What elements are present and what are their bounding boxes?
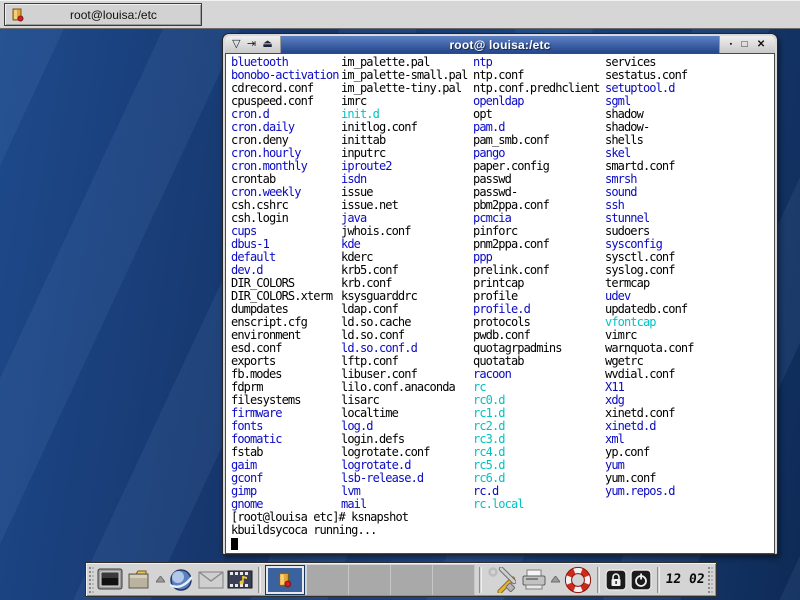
scroll-down-icon[interactable]: ▽	[232, 39, 240, 50]
mail-icon	[198, 571, 224, 589]
titlebar-title-area[interactable]: root@ louisa:/etc	[281, 36, 719, 53]
maximize-button[interactable]: □	[742, 40, 748, 50]
tab-icon[interactable]: ⇥	[247, 39, 256, 50]
konsole-icon	[97, 568, 123, 592]
folder-icon	[126, 568, 152, 592]
bottom-panel: 12 02	[85, 562, 717, 597]
empty-task-slot	[349, 565, 391, 595]
globe-icon	[168, 567, 194, 593]
life-ring-icon	[564, 566, 592, 594]
power-icon	[630, 569, 652, 591]
top-taskbar: root@louisa:/etc	[0, 0, 800, 29]
taskbar-task-label: root@louisa:/etc	[26, 8, 201, 22]
panel-separator	[479, 567, 482, 593]
printer-launcher-button[interactable]	[519, 566, 548, 594]
file-list-column-4: servicessestatus.confsetuptool.dsgmlshad…	[605, 56, 694, 498]
lock-screen-button[interactable]	[604, 566, 628, 594]
terminal-cursor	[231, 538, 238, 550]
launcher-expand-arrow[interactable]	[551, 566, 562, 594]
empty-task-slot	[391, 565, 433, 595]
empty-task-slot	[433, 565, 475, 595]
mail-launcher-button[interactable]	[197, 566, 224, 594]
printer-icon	[521, 568, 547, 592]
eject-icon[interactable]: ⏏	[262, 39, 272, 50]
window-titlebar[interactable]: ▽ ⇥ ⏏ root@ louisa:/etc ▪ □ ✕	[225, 36, 775, 53]
close-button[interactable]: ✕	[757, 40, 765, 50]
multimedia-launcher-button[interactable]	[227, 566, 254, 594]
home-folder-launcher-button[interactable]	[125, 566, 152, 594]
active-task-button-root-louisa[interactable]	[265, 565, 305, 595]
web-browser-launcher-button[interactable]	[168, 566, 195, 594]
file-list-column-2: im_palette.palim_palette-small.palim_pal…	[341, 56, 468, 511]
help-launcher-button[interactable]	[563, 566, 592, 594]
panel-clock[interactable]: 12 02	[663, 572, 707, 587]
empty-task-slot	[307, 565, 349, 595]
launcher-expand-arrow[interactable]	[155, 566, 166, 594]
taskbar-task-root-louisa[interactable]: root@louisa:/etc	[4, 3, 202, 26]
tools-icon	[488, 567, 516, 593]
file-list-column-3: ntpntp.confntp.conf.predhclientopenldapo…	[473, 56, 600, 511]
file-cabinet-icon	[10, 7, 26, 23]
titlebar-menu-icons: ▽ ⇥ ⏏	[225, 36, 281, 53]
panel-separator	[597, 567, 600, 593]
lock-icon	[605, 569, 627, 591]
terminal-output-area[interactable]: bluetoothbonobo-activationcdrecord.confc…	[225, 53, 775, 554]
film-music-icon	[227, 568, 253, 592]
konsole-launcher-button[interactable]	[96, 566, 123, 594]
logout-button[interactable]	[629, 566, 653, 594]
panel-drag-handle-right[interactable]	[708, 567, 713, 593]
file-list-column-1: bluetoothbonobo-activationcdrecord.confc…	[231, 56, 339, 511]
terminal-window: ▽ ⇥ ⏏ root@ louisa:/etc ▪ □ ✕ bluetoothb…	[222, 33, 778, 555]
window-controls: ▪ □ ✕	[719, 36, 775, 53]
taskbar-empty-slots	[307, 565, 475, 595]
minimize-button[interactable]: ▪	[730, 40, 732, 50]
panel-separator	[258, 567, 261, 593]
file-entry: racoon	[473, 368, 600, 381]
panel-drag-handle-left[interactable]	[89, 567, 94, 593]
file-cabinet-icon	[276, 571, 294, 589]
window-title: root@ louisa:/etc	[449, 38, 550, 52]
status-line: kbuildsycoca running...	[231, 524, 376, 537]
panel-separator	[657, 567, 660, 593]
file-entry: rc.local	[473, 498, 600, 511]
file-entry: yum.repos.d	[605, 485, 694, 498]
system-tools-launcher-button[interactable]	[486, 566, 517, 594]
